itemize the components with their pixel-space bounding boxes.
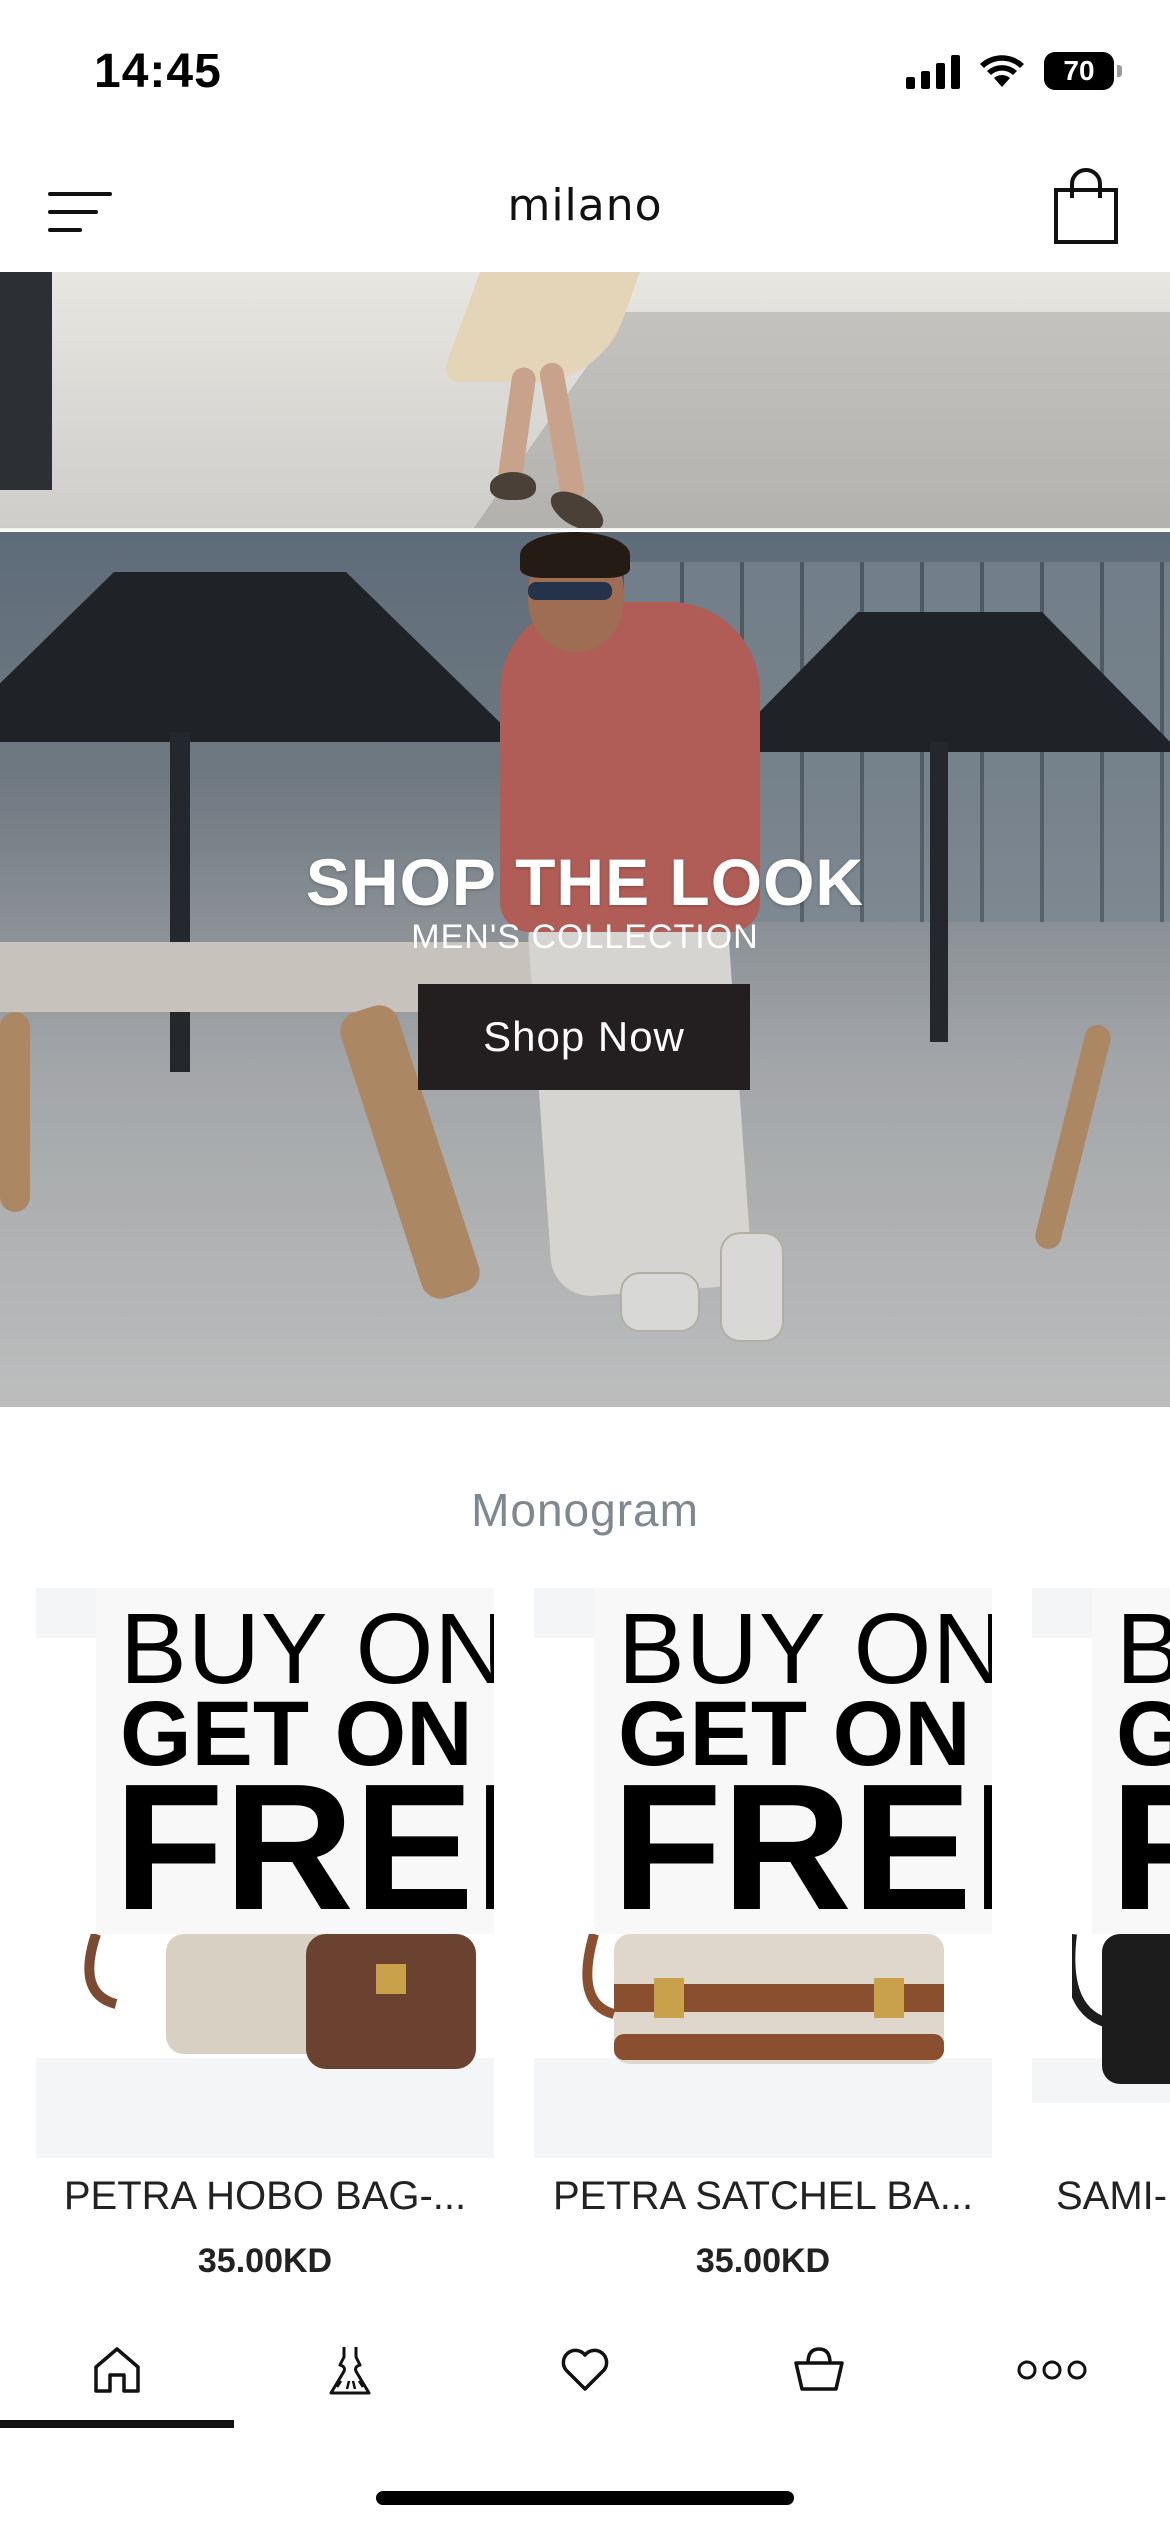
product-carousel[interactable]: BUY ON GET ON FREE PETRA HOBO BAG-... 35… [0, 1588, 1170, 2288]
status-bar: 14:45 70 [0, 0, 1170, 150]
battery-icon: 70 [1044, 52, 1122, 90]
product-price: 35.00KD [695, 2242, 831, 2280]
product-card[interactable]: BUY ON GET ON FREE PETRA SATCHEL BA... 3… [534, 1588, 992, 2288]
status-icons: 70 [906, 52, 1122, 90]
promo-line-3: FREE [612, 1747, 992, 1935]
product-card[interactable]: BUY ON GET ON FREE SAMI- [1032, 1588, 1170, 2288]
promo-line-3: FREE [1110, 1747, 1170, 1935]
product-name[interactable]: SAMI- [1056, 2174, 1170, 2219]
tab-more[interactable] [1012, 2330, 1092, 2410]
brand-logo[interactable]: milano [0, 180, 1170, 231]
wifi-icon [980, 55, 1024, 87]
cart-button[interactable] [1046, 168, 1126, 248]
product-name[interactable]: PETRA HOBO BAG-... [36, 2174, 494, 2219]
product-price: 35.00KD [197, 2242, 333, 2280]
bag-image [1072, 1934, 1170, 2084]
heart-icon [561, 2348, 609, 2391]
cellular-signal-icon [906, 53, 960, 89]
promo-overlay: BUY ON GET ON FREE [1092, 1588, 1170, 1934]
active-tab-indicator [0, 2420, 234, 2428]
product-name[interactable]: PETRA SATCHEL BA... [534, 2174, 992, 2219]
bottom-tab-bar [0, 2300, 1170, 2430]
tab-categories[interactable] [310, 2330, 390, 2410]
hero-banner[interactable]: SHOP THE LOOK MEN'S COLLECTION Shop Now [0, 532, 1170, 1407]
tab-home[interactable] [77, 2330, 157, 2410]
dress-icon [329, 2347, 371, 2395]
basket-icon [794, 2347, 844, 2391]
app-header: milano [0, 150, 1170, 272]
shop-now-button[interactable]: Shop Now [418, 984, 750, 1090]
more-icon [1017, 2360, 1087, 2380]
hero-banner-top-image[interactable] [0, 272, 1170, 530]
bag-image [84, 1934, 476, 2069]
battery-level: 70 [1063, 55, 1095, 86]
tab-cart[interactable] [779, 2330, 859, 2410]
promo-line-3: FREE [114, 1747, 494, 1935]
bag-image [582, 1934, 944, 2064]
shopping-bag-icon [1054, 168, 1118, 244]
hero-title: SHOP THE LOOK [305, 845, 865, 919]
promo-overlay: BUY ON GET ON FREE [96, 1588, 494, 1934]
hero-subtitle: MEN'S COLLECTION [411, 918, 759, 956]
product-card[interactable]: BUY ON GET ON FREE PETRA HOBO BAG-... 35… [36, 1588, 494, 2288]
tab-wishlist[interactable] [545, 2330, 625, 2410]
section-title: Monogram [471, 1484, 699, 1536]
promo-overlay: BUY ON GET ON FREE [594, 1588, 992, 1934]
home-indicator[interactable] [376, 2491, 794, 2505]
status-time: 14:45 [94, 45, 222, 98]
home-icon [94, 2347, 140, 2393]
